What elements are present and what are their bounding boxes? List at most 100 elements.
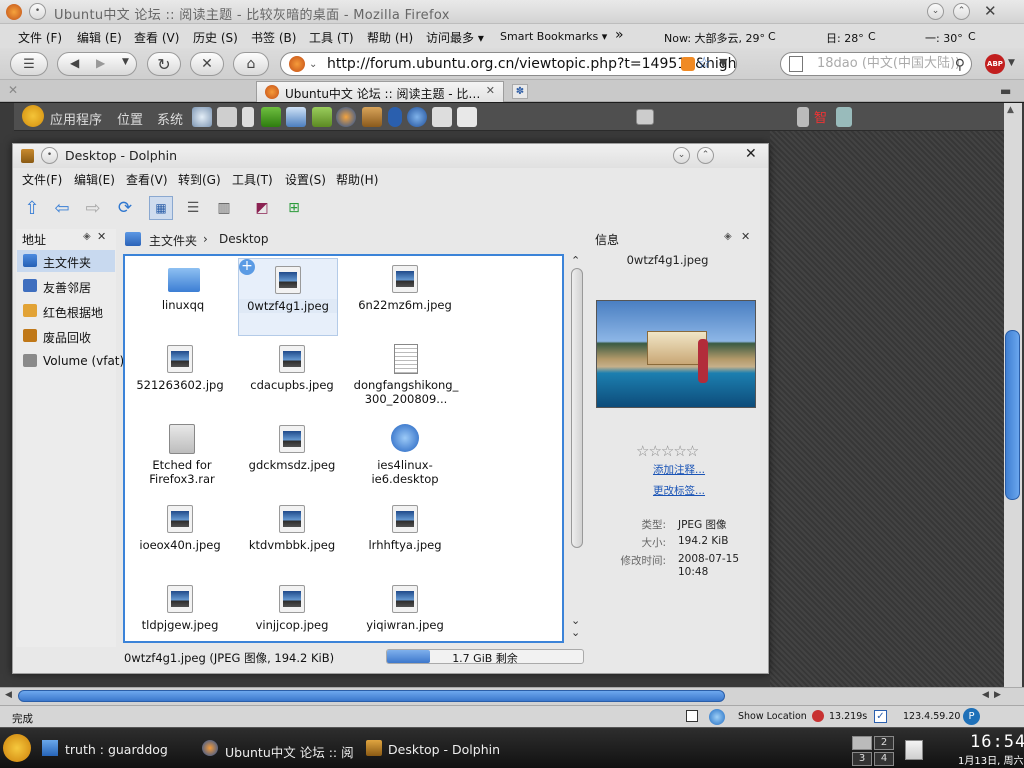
scroll-right-icon[interactable]: ▶: [994, 690, 1001, 700]
checkbox-icon[interactable]: ✓: [874, 710, 887, 723]
menu-system[interactable]: 系统: [157, 109, 183, 128]
launcher-tools-icon[interactable]: [217, 107, 237, 127]
dolphin-menu-go[interactable]: 转到(G): [178, 171, 221, 188]
file-item[interactable]: gdckmsdz.jpeg: [237, 418, 347, 496]
search-input[interactable]: 18dao (中文(中国大陆)) ⚲: [780, 52, 972, 76]
tab-ubuntu-forum[interactable]: Ubuntu中文 论坛 :: 阅读主题 - 比较灰暗的桌面 ✕: [256, 81, 504, 102]
file-item[interactable]: linuxqq: [128, 258, 238, 336]
scroll-thumb[interactable]: [571, 268, 583, 548]
breadcrumb-home[interactable]: 主文件夹: [149, 232, 197, 249]
dolphin-close-button[interactable]: ✕: [745, 146, 757, 162]
menu-tools[interactable]: 工具 (T): [309, 29, 354, 46]
icons-view-icon[interactable]: ▦: [149, 196, 173, 220]
file-item[interactable]: yiqiwran.jpeg: [350, 578, 460, 656]
file-item[interactable]: 6n22mz6m.jpeg: [350, 258, 460, 336]
menu-file[interactable]: 文件 (F): [18, 29, 62, 46]
weather-now[interactable]: Now: 大部多云, 29°: [664, 30, 765, 46]
places-item-volume[interactable]: Volume (vfat): [17, 350, 124, 372]
tab-switch-icon[interactable]: [686, 710, 698, 722]
task-firefox[interactable]: Ubuntu中文 论坛 :: 阅读: [225, 742, 353, 761]
proxy-icon[interactable]: P: [963, 708, 980, 725]
launcher-image-icon[interactable]: [286, 107, 306, 127]
places-item-network[interactable]: 友善邻居: [17, 275, 115, 297]
menu-history[interactable]: 历史 (S): [193, 29, 238, 46]
adblock-dropdown-icon[interactable]: ▼: [1008, 58, 1015, 68]
rss-feed-icon[interactable]: [681, 57, 695, 71]
scroll-left-icon[interactable]: ◀: [5, 690, 12, 700]
workspace-3[interactable]: 3: [852, 752, 872, 766]
dolphin-menu-view[interactable]: 查看(V): [126, 171, 168, 188]
file-item[interactable]: 521263602.jpg: [125, 338, 235, 416]
show-desktop-icon[interactable]: [636, 109, 654, 125]
columns-view-icon[interactable]: ▥: [212, 196, 236, 220]
places-close-icon[interactable]: ✕: [97, 230, 106, 243]
menu-edit[interactable]: 编辑 (E): [77, 29, 122, 46]
weather-sunday[interactable]: 日: 28°: [826, 30, 864, 46]
reload-button[interactable]: ↻: [147, 52, 181, 76]
dolphin-menu-tools[interactable]: 工具(T): [232, 171, 273, 188]
rating-stars[interactable]: ☆☆☆☆☆: [636, 442, 699, 460]
info-close-icon[interactable]: ✕: [741, 230, 750, 243]
clock[interactable]: 16:54 1月13日, 周六: [958, 730, 1024, 768]
launcher-bluetooth-icon[interactable]: [388, 107, 402, 127]
breadcrumb-desktop[interactable]: Desktop: [219, 232, 269, 246]
close-button[interactable]: ✕: [984, 2, 997, 20]
select-toggle-icon[interactable]: +: [239, 259, 255, 275]
dolphin-menu-edit[interactable]: 编辑(E): [74, 171, 115, 188]
menu-places[interactable]: 位置: [117, 109, 143, 128]
page-horizontal-thumb[interactable]: [18, 690, 725, 702]
info-float-icon[interactable]: ◈: [724, 231, 732, 242]
menu-bookmarks[interactable]: 书签 (B): [251, 29, 296, 46]
home-button[interactable]: ⌂: [233, 52, 269, 76]
weather-monday[interactable]: 一: 30°: [925, 30, 963, 46]
file-item-selected[interactable]: + 0wtzf4g1.jpeg: [238, 258, 338, 336]
menu-help[interactable]: 帮助 (H): [367, 29, 413, 46]
task-terminal[interactable]: truth : guarddog: [65, 742, 168, 757]
refresh-icon[interactable]: ⟳: [113, 196, 137, 220]
history-dropdown-icon[interactable]: ▼: [122, 57, 129, 67]
workspace-1[interactable]: [852, 736, 872, 750]
adblock-plus-icon[interactable]: ABP: [985, 54, 1005, 74]
places-float-icon[interactable]: ◈: [83, 231, 91, 242]
scroll-down-icon[interactable]: ⌄: [571, 626, 580, 639]
tray-network-icon[interactable]: [836, 107, 852, 127]
task-dolphin[interactable]: Desktop - Dolphin: [388, 742, 500, 757]
url-dropdown-icon[interactable]: ⌄: [309, 54, 317, 75]
file-item[interactable]: vinjjcop.jpeg: [237, 578, 347, 656]
tab-list-close-icon[interactable]: ✕: [8, 83, 18, 97]
workspace-4[interactable]: 4: [874, 752, 894, 766]
launcher-disk-icon[interactable]: [192, 107, 212, 127]
tray-lock-icon[interactable]: [797, 107, 809, 127]
file-item[interactable]: ies4linux-ie6.desktop: [350, 418, 460, 496]
file-item[interactable]: tldpjgew.jpeg: [125, 578, 235, 656]
maximize-button[interactable]: ⌃: [953, 3, 970, 20]
launcher-book-icon[interactable]: [312, 107, 332, 127]
dolphin-menu-file[interactable]: 文件(F): [22, 171, 62, 188]
back-icon[interactable]: ◀: [70, 56, 79, 70]
dolphin-menu-help[interactable]: 帮助(H): [336, 171, 378, 188]
minimize-button[interactable]: ⌄: [927, 3, 944, 20]
tab-list-menu-icon[interactable]: ▬: [1000, 84, 1011, 98]
up-icon[interactable]: ⇧: [20, 196, 44, 220]
change-tags-link[interactable]: 更改标签...: [653, 483, 705, 498]
search-magnifier-icon[interactable]: ⚲: [955, 54, 965, 75]
file-item[interactable]: lrhhftya.jpeg: [350, 498, 460, 576]
launcher-check-icon[interactable]: [261, 107, 281, 127]
launcher-chat-icon[interactable]: [407, 107, 427, 127]
url-bar[interactable]: ⌄ http://forum.ubuntu.org.cn/viewtopic.p…: [280, 52, 737, 76]
details-view-icon[interactable]: ☰: [181, 196, 205, 220]
chevron-more-icon[interactable]: »: [615, 27, 624, 43]
scroll-up-icon[interactable]: ▲: [1007, 105, 1014, 115]
clipboard-icon[interactable]: [905, 740, 923, 760]
smart-bookmarks-menu[interactable]: Smart Bookmarks ▾: [500, 30, 607, 43]
toolbar-menu-button[interactable]: ☰: [10, 52, 48, 76]
forward-icon[interactable]: ▶: [96, 56, 105, 70]
globe-icon[interactable]: [709, 709, 725, 725]
places-item-trash[interactable]: 废品回收: [17, 325, 115, 347]
add-comment-link[interactable]: 添加注释...: [653, 462, 705, 477]
main-menu-foot-icon[interactable]: [3, 734, 31, 762]
places-item-home[interactable]: 主文件夹: [17, 250, 115, 272]
workspace-2[interactable]: 2: [874, 736, 894, 750]
page-scroll-thumb[interactable]: [1005, 330, 1020, 500]
dolphin-window-menu-button[interactable]: •: [41, 147, 58, 164]
